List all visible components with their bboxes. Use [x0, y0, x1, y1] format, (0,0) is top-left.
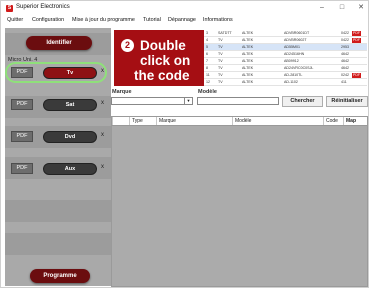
- pdf-button-aux[interactable]: PDF: [11, 163, 33, 174]
- menu-informations[interactable]: Informations: [203, 17, 233, 23]
- table-row[interactable]: 7 TV ALTEK AB09912 4642: [204, 58, 367, 65]
- column-header-code[interactable]: Code: [323, 117, 343, 125]
- remove-sat-icon[interactable]: x: [101, 100, 104, 106]
- empty-band-1: [5, 200, 111, 222]
- results-table: Type Marque Modèle Code Map: [111, 116, 368, 287]
- menu-quitter[interactable]: Quitter: [7, 17, 23, 23]
- table-row[interactable]: 11 TV ALTEK AD-2810TL 0242 PDF: [204, 72, 367, 79]
- chevron-down-icon[interactable]: ▼: [184, 98, 192, 104]
- table-row[interactable]: 8 TV ALTEK AD24VRC0C0SJL 4642: [204, 65, 367, 72]
- instruction-banner: 2 Double click on the code: [114, 30, 204, 86]
- table-row[interactable]: 4 TV ALTEK ADVBR0602T 0422 PDF: [204, 37, 367, 44]
- brand-select[interactable]: ▼: [111, 97, 193, 105]
- step-number-badge: 2: [121, 39, 134, 52]
- app-window: S Superior Electronics – □ ✕ Quitter Con…: [0, 0, 369, 288]
- menu-tutorial[interactable]: Tutorial: [143, 17, 161, 23]
- empty-band-2: [5, 233, 111, 255]
- minimize-button[interactable]: –: [312, 3, 332, 13]
- menu-troubleshooting[interactable]: Dépannage: [168, 17, 196, 23]
- model-input[interactable]: [197, 97, 279, 105]
- menu-bar: Quitter Configuration Mise à jour du pro…: [1, 16, 368, 26]
- table-row[interactable]: 12 TV ALTEK AD-1102 411: [204, 79, 367, 86]
- device-button-sat[interactable]: Sat: [43, 99, 97, 111]
- window-title: Superior Electronics: [16, 4, 70, 10]
- column-header-type[interactable]: Type: [129, 117, 156, 125]
- code-table: 3 SATDTT ALTEK ADVBR0601DT 0422 PDF 4 TV ALTEK A…: [204, 30, 367, 86]
- column-header-blank: [112, 117, 129, 125]
- model-label: Modèle: [198, 89, 217, 95]
- maximize-button[interactable]: □: [332, 3, 352, 13]
- pdf-button-sat[interactable]: PDF: [11, 99, 33, 110]
- app-logo-icon: S: [6, 5, 13, 12]
- device-button-dvd[interactable]: Dvd: [43, 131, 97, 143]
- column-header-brand[interactable]: Marque: [156, 117, 232, 125]
- device-button-aux[interactable]: Aux: [43, 163, 97, 175]
- reset-button[interactable]: Réinitialiser: [326, 96, 368, 107]
- table-row[interactable]: 3 SATDTT ALTEK ADVBR0601DT 0422 PDF: [204, 30, 367, 37]
- pdf-icon: PDF: [352, 73, 361, 78]
- menu-update[interactable]: Mise à jour du programme: [72, 17, 135, 23]
- search-button[interactable]: Chercher: [282, 96, 323, 107]
- menu-configuration[interactable]: Configuration: [32, 17, 64, 23]
- device-button-tv[interactable]: Tv: [43, 67, 97, 79]
- identify-button[interactable]: Identifier: [26, 36, 92, 50]
- table-row[interactable]: 6 TV ALTEK AD24516HN 4642: [204, 51, 367, 58]
- brand-label: Marque: [112, 89, 132, 95]
- pdf-button-tv[interactable]: PDF: [11, 67, 33, 78]
- pdf-icon: PDF: [352, 31, 361, 36]
- remove-dvd-icon[interactable]: x: [101, 132, 104, 138]
- program-button[interactable]: Programme: [30, 269, 90, 283]
- results-header: Type Marque Modèle Code Map: [112, 117, 367, 126]
- table-row[interactable]: 5 TV ALTEK AD55M01 2953: [204, 44, 367, 51]
- column-header-model[interactable]: Modèle: [232, 117, 323, 125]
- close-button[interactable]: ✕: [351, 3, 370, 13]
- pdf-icon: PDF: [352, 38, 361, 43]
- banner-line-3: the code: [134, 68, 190, 83]
- column-header-map[interactable]: Map: [343, 117, 367, 125]
- title-bar: S Superior Electronics – □ ✕: [1, 1, 368, 16]
- remove-tv-icon[interactable]: x: [101, 68, 104, 74]
- banner-line-1: Double: [140, 38, 186, 53]
- pdf-button-dvd[interactable]: PDF: [11, 131, 33, 142]
- remove-aux-icon[interactable]: x: [101, 164, 104, 170]
- banner-line-2: click on: [140, 53, 191, 68]
